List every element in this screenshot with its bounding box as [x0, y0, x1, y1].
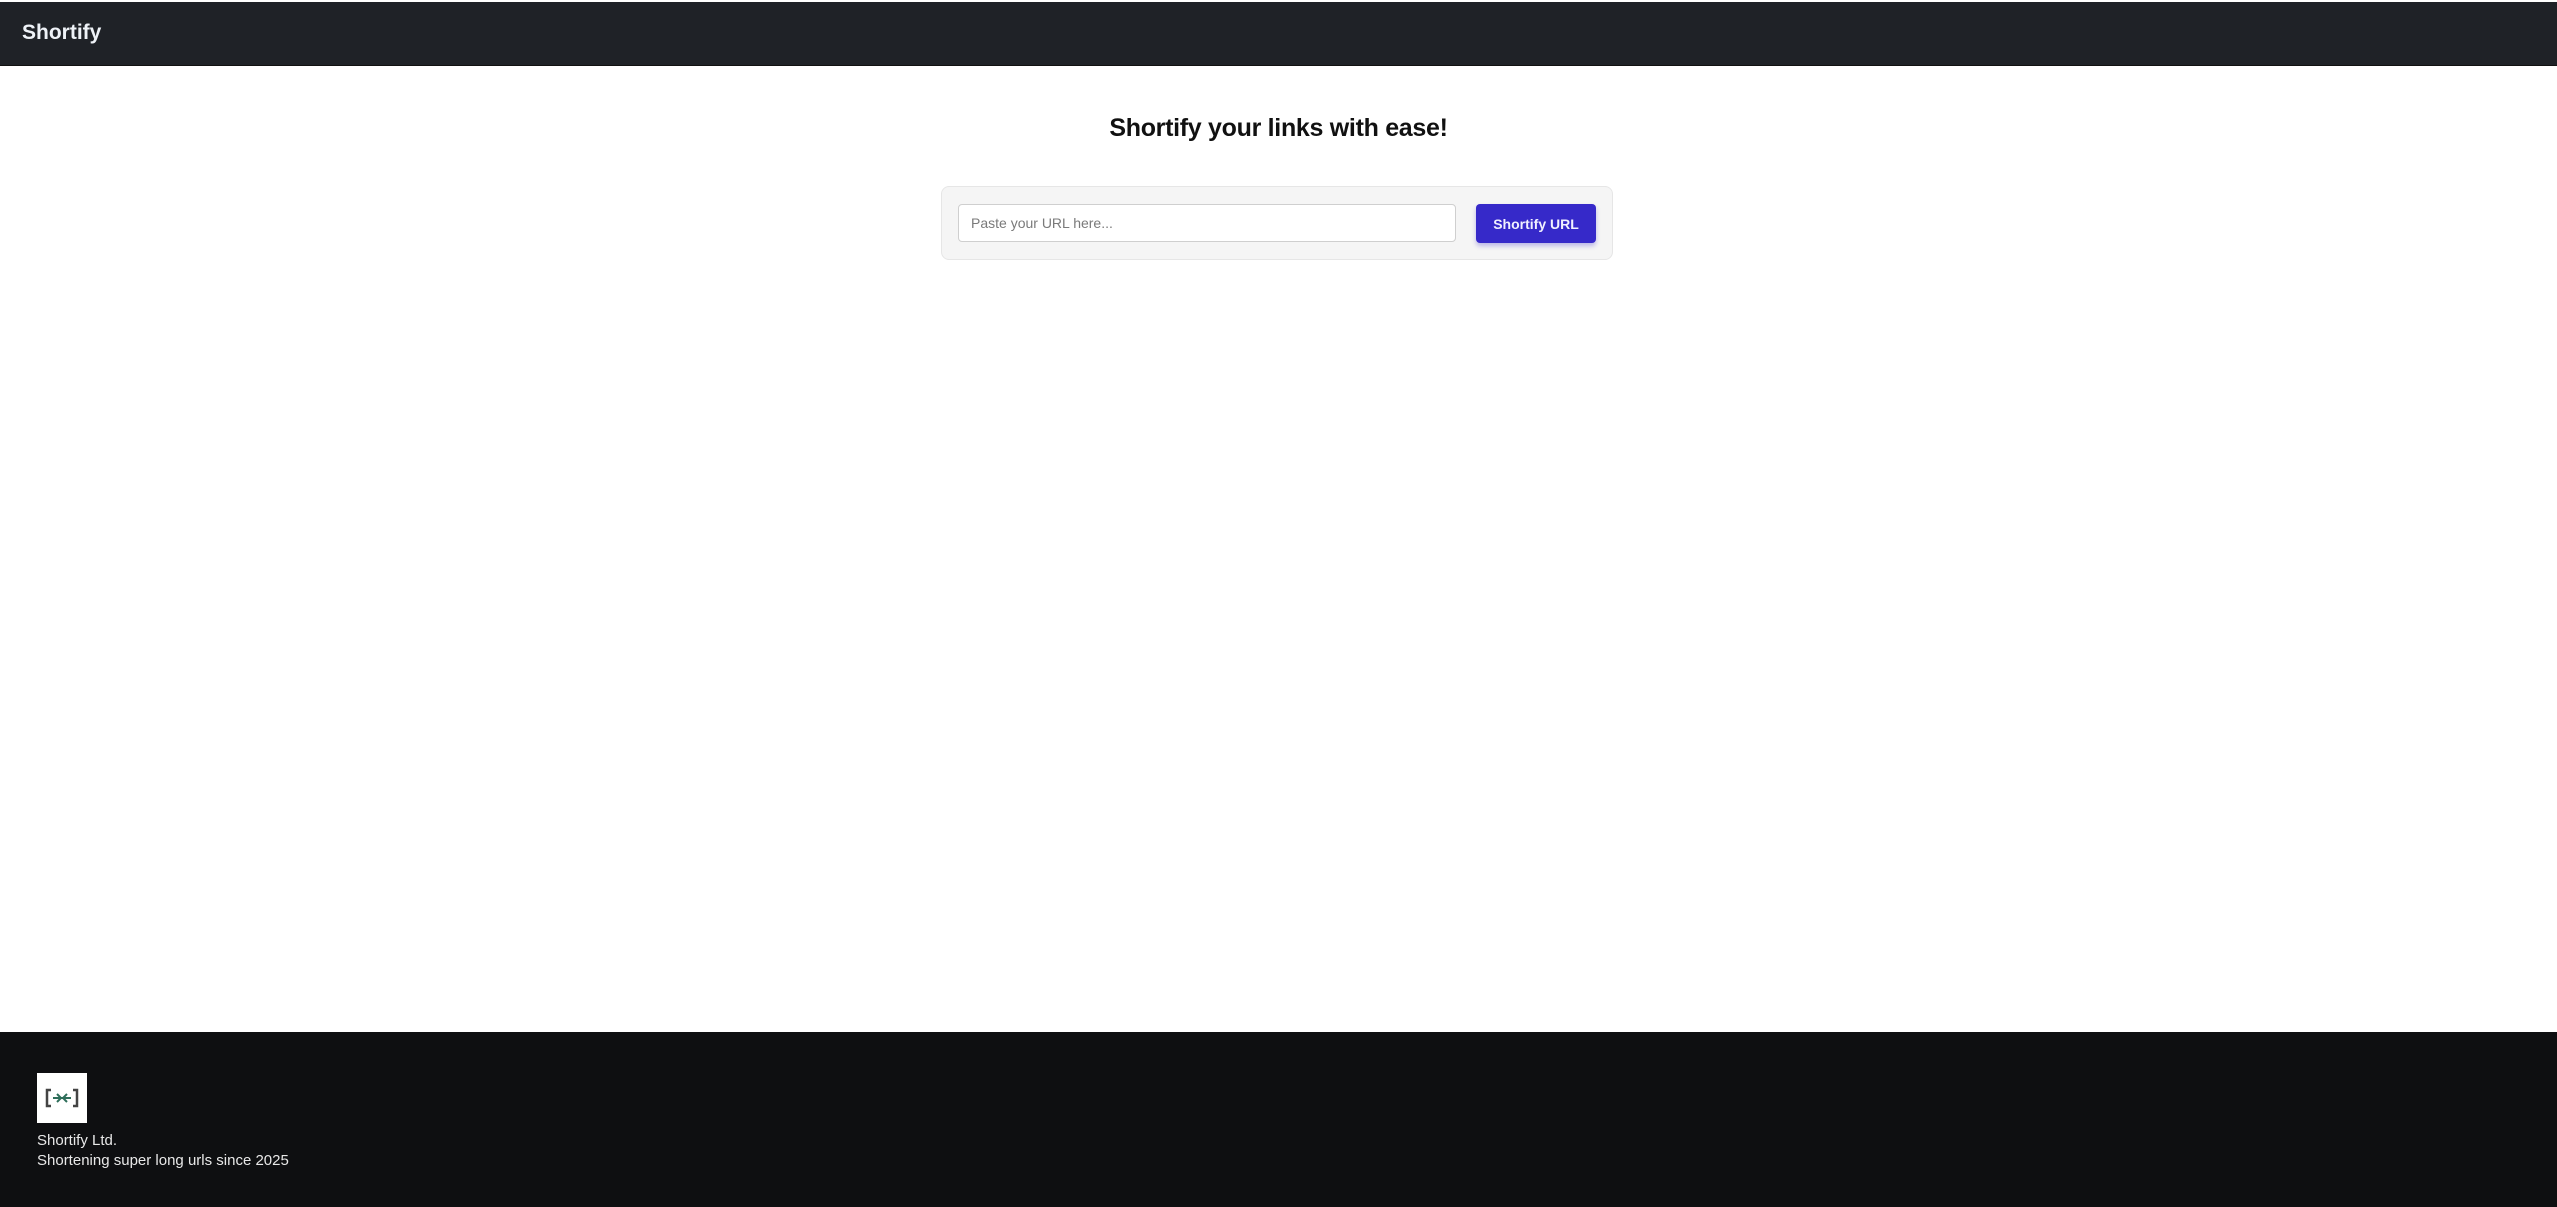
shortify-url-button[interactable]: Shortify URL [1476, 204, 1596, 243]
footer-company: Shortify Ltd. [37, 1132, 118, 1149]
page-title: Shortify your links with ease! [1109, 114, 1448, 142]
url-input[interactable] [958, 204, 1456, 242]
shorten-form: Shortify URL [941, 186, 1613, 260]
brand-link[interactable]: Shortify [22, 21, 101, 45]
logo-icon [37, 1073, 87, 1123]
footer-tagline: Shortening super long urls since 2025 [37, 1152, 289, 1169]
footer: Shortify Ltd. Shortening super long urls… [0, 1032, 2557, 1207]
navbar: Shortify [0, 2, 2557, 66]
